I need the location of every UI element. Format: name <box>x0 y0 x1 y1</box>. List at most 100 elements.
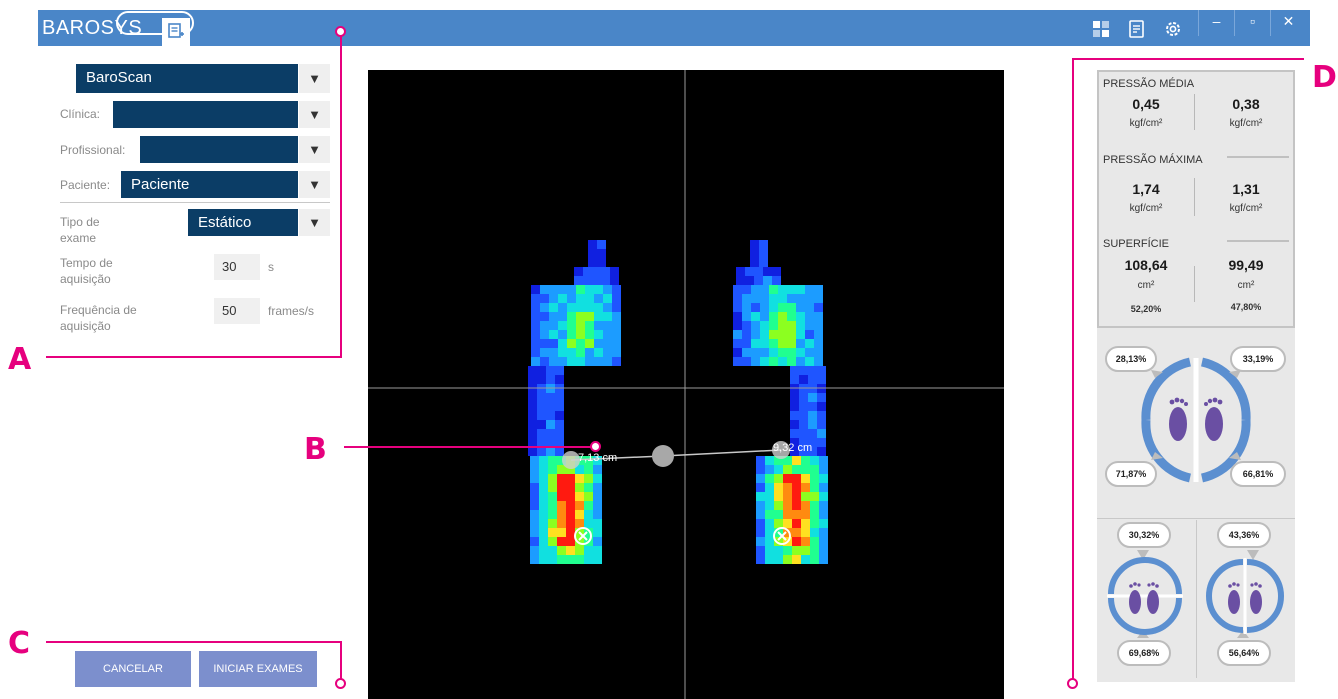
exam-type-select[interactable]: Estático <box>188 209 298 236</box>
title-rule <box>1227 240 1289 242</box>
heatmap-cell <box>593 519 602 528</box>
heatmap-cell <box>742 312 751 321</box>
heatmap-cell <box>817 429 826 438</box>
heatmap-cell <box>601 276 610 285</box>
heatmap-cell <box>750 258 759 267</box>
close-button[interactable]: ✕ <box>1270 10 1306 36</box>
heatmap-cell <box>592 267 601 276</box>
heatmap-cell <box>808 420 817 429</box>
heatmap-cell <box>799 402 808 411</box>
heatmap-cell <box>796 339 805 348</box>
heatmap-cell <box>733 294 742 303</box>
heatmap-cell <box>597 258 606 267</box>
heatmap-cell <box>787 357 796 366</box>
heatmap-cell <box>754 267 763 276</box>
heatmap-cell <box>792 483 801 492</box>
minimize-button[interactable]: – <box>1198 10 1234 36</box>
heatmap-cell <box>566 537 575 546</box>
new-exam-icon[interactable] <box>162 18 190 46</box>
chevron-down-icon[interactable]: ▼ <box>299 171 330 198</box>
device-select[interactable]: BaroScan <box>76 64 298 93</box>
heatmap-cell <box>765 510 774 519</box>
heatmap-cell <box>742 330 751 339</box>
professional-label: Profissional: <box>60 143 126 157</box>
heatmap-cell <box>549 303 558 312</box>
heatmap-cell <box>593 510 602 519</box>
heatmap-cell <box>588 249 597 258</box>
heatmap-cell <box>763 276 772 285</box>
heatmap-cell <box>548 465 557 474</box>
heatmap-cell <box>817 447 826 456</box>
center-marker[interactable] <box>652 445 674 467</box>
heatmap-cell <box>801 501 810 510</box>
heatmap-cell <box>805 294 814 303</box>
heatmap-cell <box>765 519 774 528</box>
heatmap-cell <box>576 357 585 366</box>
heatmap-cell <box>808 375 817 384</box>
heatmap-cell <box>531 330 540 339</box>
heatmap-cell <box>531 312 540 321</box>
heatmap-cell <box>778 321 787 330</box>
heatmap-cell <box>558 312 567 321</box>
heatmap-cell <box>539 456 548 465</box>
heatmap-cell <box>546 420 555 429</box>
heatmap-cell <box>537 375 546 384</box>
patient-select[interactable]: Paciente <box>121 171 298 198</box>
heatmap-cell <box>557 546 566 555</box>
heatmap-cell <box>549 294 558 303</box>
heatmap-cell <box>742 339 751 348</box>
heatmap-cell <box>546 366 555 375</box>
heatmap-cell <box>558 294 567 303</box>
chevron-down-icon[interactable]: ▼ <box>299 101 330 128</box>
right-foot-heatmap <box>733 240 828 564</box>
heatmap-cell <box>530 501 539 510</box>
maximize-button[interactable]: ▫ <box>1234 10 1270 36</box>
heatmap-cell <box>594 312 603 321</box>
heatmap-cell <box>801 537 810 546</box>
heatmap-cell <box>585 312 594 321</box>
chevron-down-icon[interactable]: ▼ <box>299 136 330 163</box>
cancel-button[interactable]: CANCELAR <box>75 651 191 687</box>
start-exams-button[interactable]: INICIAR EXAMES <box>199 651 317 687</box>
heatmap-cell <box>539 501 548 510</box>
heatmap-cell <box>555 429 564 438</box>
heatmap-cell <box>558 339 567 348</box>
heatmap-cell <box>558 357 567 366</box>
heatmap-cell <box>548 555 557 564</box>
pressure-map-viewer[interactable]: 7,13 cm 9,32 cm <box>368 70 1004 699</box>
heatmap-cell <box>558 303 567 312</box>
chevron-down-icon[interactable]: ▼ <box>299 64 330 93</box>
chevron-down-icon[interactable]: ▼ <box>299 209 330 236</box>
heatmap-cell <box>783 465 792 474</box>
form-divider <box>60 202 330 203</box>
surface-right-pct: 47,80% <box>1230 302 1262 312</box>
freq-input[interactable]: 50 <box>214 298 260 324</box>
heatmap-cell <box>540 330 549 339</box>
heatmap-cell <box>574 267 583 276</box>
heatmap-cell <box>567 330 576 339</box>
heatmap-cell <box>612 303 621 312</box>
heatmap-cell <box>801 510 810 519</box>
clinic-select[interactable] <box>113 101 298 128</box>
heatmap-cell <box>566 474 575 483</box>
heatmap-cell <box>819 537 828 546</box>
heatmap-cell <box>528 420 537 429</box>
report-icon[interactable] <box>1126 18 1148 40</box>
heatmap-cell <box>819 555 828 564</box>
grid-icon[interactable] <box>1090 18 1112 40</box>
exam-type-label-line1: Tipo de <box>60 215 100 229</box>
heatmap-cell <box>575 555 584 564</box>
annotation-c-line-vertical <box>340 641 342 681</box>
heatmap-cell <box>603 348 612 357</box>
rear-right-pct: 66,81% <box>1230 461 1286 487</box>
heatmap-cell <box>808 366 817 375</box>
heatmap-cell <box>548 537 557 546</box>
gear-icon[interactable] <box>1162 18 1184 40</box>
annotation-d-line-horizontal <box>1072 58 1304 60</box>
right-distance-line <box>662 449 782 457</box>
heatmap-cell <box>814 339 823 348</box>
professional-select[interactable] <box>140 136 298 163</box>
heatmap-cell <box>575 510 584 519</box>
acq-time-label: Tempo de aquisição <box>60 255 113 287</box>
acq-time-input[interactable]: 30 <box>214 254 260 280</box>
